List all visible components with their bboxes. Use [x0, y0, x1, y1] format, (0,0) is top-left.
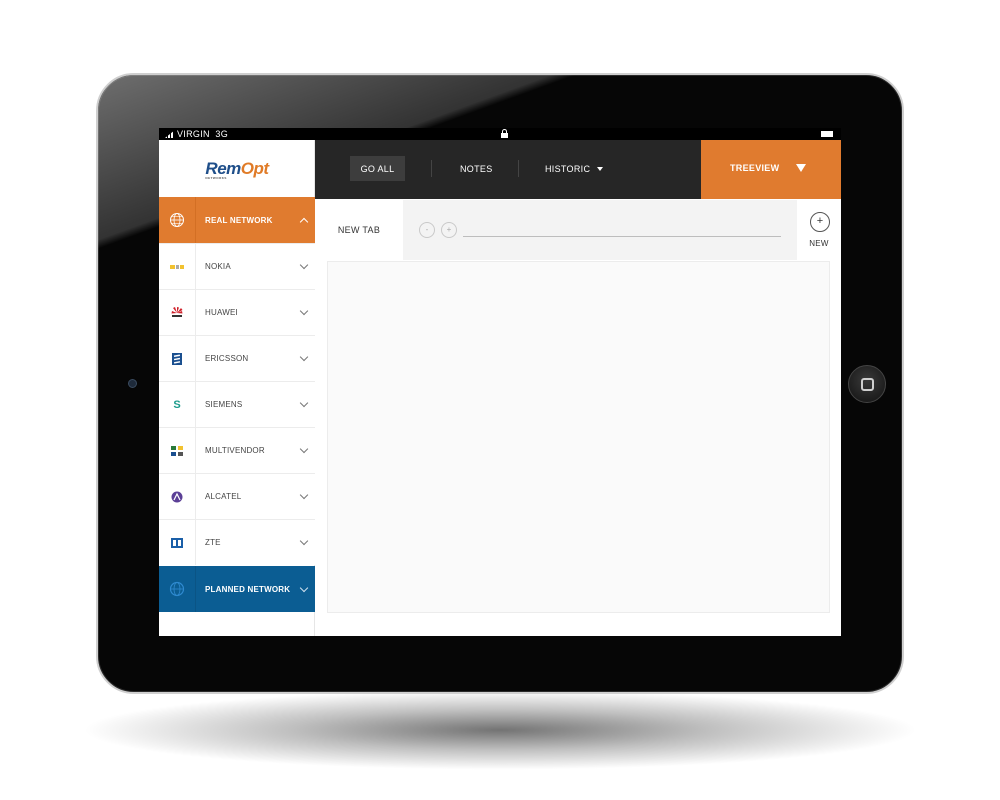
sidebar-item-real-network[interactable]: REAL NETWORK: [159, 197, 315, 243]
new-tab-area: + NEW: [797, 200, 841, 260]
stage: VIRGIN 3G RemOpt NETWORKS REAL NETWORK NO…: [0, 0, 1000, 800]
sidebar-item-label: NOKIA: [205, 262, 231, 271]
sidebar-item-multivendor[interactable]: MULTIVENDOR: [159, 427, 315, 473]
caret-down-icon: [597, 166, 604, 171]
chevron-up-icon: [293, 216, 315, 226]
treeview-label: TREEVIEW: [730, 163, 780, 173]
sidebar-item-huawei[interactable]: HUAWEI: [159, 289, 315, 335]
divider: [431, 160, 432, 177]
notes-label: NOTES: [460, 163, 493, 174]
workspace-canvas[interactable]: [327, 261, 830, 613]
carrier-name: VIRGIN: [177, 129, 210, 139]
chevron-down-icon: [293, 306, 315, 316]
sidebar-item-planned-network[interactable]: PLANNED NETWORK: [159, 566, 315, 612]
zte-logo-icon: [159, 520, 196, 565]
camera-icon: [128, 379, 137, 388]
chevron-down-icon: [293, 444, 315, 454]
sidebar-item-label: ZTE: [205, 538, 221, 547]
triangle-down-icon: [796, 164, 806, 172]
status-bar: VIRGIN 3G: [159, 128, 841, 140]
historic-dropdown[interactable]: HISTORIC: [545, 156, 604, 181]
go-all-button[interactable]: GO ALL: [350, 156, 405, 181]
divider: [518, 160, 519, 177]
chevron-down-icon: [293, 490, 315, 500]
battery-icon: [821, 131, 833, 137]
chevron-down-icon: [293, 583, 315, 592]
notes-button[interactable]: NOTES: [460, 156, 493, 181]
chevron-down-icon: [293, 352, 315, 362]
globe-icon: [159, 197, 196, 243]
home-button[interactable]: [848, 365, 886, 403]
ericsson-logo-icon: [159, 336, 196, 381]
add-tab-button[interactable]: +: [810, 212, 830, 232]
chevron-down-icon: [293, 536, 315, 546]
home-square-icon: [861, 378, 874, 391]
tab-new-tab[interactable]: NEW TAB: [315, 200, 403, 260]
sidebar-item-label: ALCATEL: [205, 492, 242, 501]
logo-area[interactable]: RemOpt NETWORKS: [159, 140, 315, 197]
sidebar-item-label: REAL NETWORK: [205, 215, 273, 225]
screen: VIRGIN 3G RemOpt NETWORKS REAL NETWORK NO…: [159, 128, 841, 636]
chevron-down-icon: [293, 398, 315, 408]
sidebar-item-label: HUAWEI: [205, 308, 238, 317]
new-label: NEW: [809, 239, 829, 248]
multivendor-icon: [159, 428, 196, 473]
network-type: 3G: [215, 129, 229, 139]
zoom-out-button[interactable]: -: [419, 222, 435, 238]
zoom-in-button[interactable]: +: [441, 222, 457, 238]
tab-strip: NEW TAB - + + NEW: [315, 200, 841, 260]
sidebar-item-ericsson[interactable]: ERICSSON: [159, 335, 315, 381]
lock-icon: [501, 129, 508, 138]
sidebar-item-zte[interactable]: ZTE: [159, 519, 315, 565]
carrier-info: VIRGIN 3G: [165, 128, 228, 140]
sidebar: RemOpt NETWORKS REAL NETWORK NOKIA HUAWE…: [159, 140, 315, 636]
remopt-logo: RemOpt NETWORKS: [205, 158, 269, 180]
sidebar-item-alcatel[interactable]: ALCATEL: [159, 473, 315, 519]
sidebar-item-nokia[interactable]: NOKIA: [159, 243, 315, 289]
nokia-logo-icon: [159, 244, 196, 289]
treeview-button[interactable]: TREEVIEW: [701, 140, 841, 199]
huawei-logo-icon: [159, 290, 196, 335]
siemens-logo-icon: S: [159, 382, 196, 427]
tab-slider-track[interactable]: [463, 236, 781, 237]
alcatel-logo-icon: [159, 474, 196, 519]
chevron-down-icon: [293, 260, 315, 270]
top-bar: GO ALL NOTES HISTORIC TREEVIEW: [315, 140, 841, 199]
historic-label: HISTORIC: [545, 163, 591, 174]
sidebar-item-label: MULTIVENDOR: [205, 446, 265, 455]
sidebar-item-siemens[interactable]: S SIEMENS: [159, 381, 315, 427]
sidebar-item-label: ERICSSON: [205, 354, 249, 363]
sidebar-item-label: PLANNED NETWORK: [205, 584, 291, 594]
planned-network-icon: [159, 566, 196, 612]
sidebar-item-label: SIEMENS: [205, 400, 243, 409]
signal-icon: [165, 130, 175, 138]
device-shadow: [80, 690, 920, 770]
